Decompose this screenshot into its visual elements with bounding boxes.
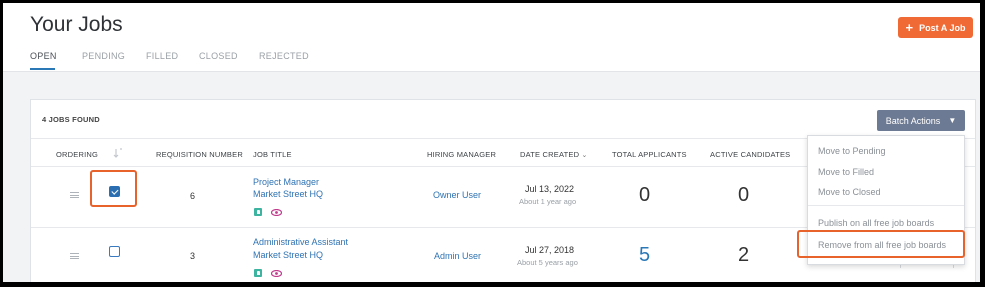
menu-item-publish-free-boards[interactable]: Publish on all free job boards <box>818 218 934 228</box>
drag-handle-icon[interactable] <box>70 192 79 198</box>
menu-divider <box>808 205 964 206</box>
total-applicants-count[interactable]: 0 <box>639 184 650 207</box>
active-tab-indicator <box>30 68 55 70</box>
plus-icon: + <box>905 20 914 35</box>
requisition-number: 3 <box>190 251 196 261</box>
user-badge-icon[interactable] <box>254 208 262 216</box>
checkbox-callout-highlight <box>90 170 137 207</box>
app-window: Your Jobs + Post A Job OPEN PENDING FILL… <box>3 3 980 282</box>
tab-closed[interactable]: CLOSED <box>199 51 238 61</box>
drag-handle-icon[interactable] <box>70 253 79 259</box>
post-job-label: Post A Job <box>919 22 966 33</box>
date-created-label: DATE CREATED <box>520 150 580 159</box>
column-header-total-applicants: TOTAL APPLICANTS <box>612 150 687 159</box>
active-candidates-count[interactable]: 2 <box>738 244 749 267</box>
sort-arrow-icon[interactable] <box>113 148 123 160</box>
column-header-hiring-manager: HIRING MANAGER <box>427 150 497 159</box>
job-icons <box>254 203 283 221</box>
job-location-link[interactable]: Market Street HQ <box>253 250 323 260</box>
table-toolbar: 4 JOBS FOUND Batch Actions ▼ <box>31 100 975 139</box>
page-title: Your Jobs <box>30 13 123 36</box>
total-applicants-count[interactable]: 5 <box>639 244 650 267</box>
chevron-down-icon: ▼ <box>948 116 957 125</box>
job-location-link[interactable]: Market Street HQ <box>253 189 323 199</box>
batch-actions-label: Batch Actions <box>885 115 941 126</box>
tab-filled[interactable]: FILLED <box>146 51 178 61</box>
menu-item-move-to-pending[interactable]: Move to Pending <box>818 146 886 156</box>
eye-icon[interactable] <box>271 203 283 221</box>
post-job-button[interactable]: + Post A Job <box>898 17 973 38</box>
job-title-link[interactable]: Administrative Assistant <box>253 237 348 247</box>
menu-item-move-to-closed[interactable]: Move to Closed <box>818 187 881 197</box>
eye-icon[interactable] <box>271 264 283 282</box>
date-relative: About 5 years ago <box>517 258 578 267</box>
column-header-date-created[interactable]: DATE CREATED ⌄ <box>520 150 588 159</box>
tab-pending[interactable]: PENDING <box>82 51 125 61</box>
date-created: Jul 27, 2018 <box>525 245 575 255</box>
column-header-active-candidates: ACTIVE CANDIDATES <box>710 150 791 159</box>
job-icons <box>254 264 283 282</box>
menu-callout-highlight <box>797 230 965 258</box>
page-header: Your Jobs + Post A Job OPEN PENDING FILL… <box>3 3 980 72</box>
hiring-manager-link[interactable]: Owner User <box>433 190 481 200</box>
jobs-count: 4 JOBS FOUND <box>42 115 100 124</box>
column-header-ordering: ORDERING <box>56 150 99 159</box>
hiring-manager-link[interactable]: Admin User <box>434 251 481 261</box>
tab-rejected[interactable]: REJECTED <box>259 51 309 61</box>
column-header-job-title: JOB TITLE <box>253 150 292 159</box>
user-badge-icon[interactable] <box>254 269 262 277</box>
requisition-number: 6 <box>190 191 196 201</box>
tab-open[interactable]: OPEN <box>30 51 57 61</box>
batch-actions-button[interactable]: Batch Actions ▼ <box>877 110 965 131</box>
row-checkbox[interactable] <box>109 246 120 257</box>
date-relative: About 1 year ago <box>519 197 577 206</box>
chevron-down-icon: ⌄ <box>581 152 588 159</box>
active-candidates-count[interactable]: 0 <box>738 184 749 207</box>
menu-item-move-to-filled[interactable]: Move to Filled <box>818 167 874 177</box>
job-title-link[interactable]: Project Manager <box>253 177 319 187</box>
date-created: Jul 13, 2022 <box>525 184 575 194</box>
column-header-requisition: REQUISITION NUMBER <box>156 150 243 159</box>
